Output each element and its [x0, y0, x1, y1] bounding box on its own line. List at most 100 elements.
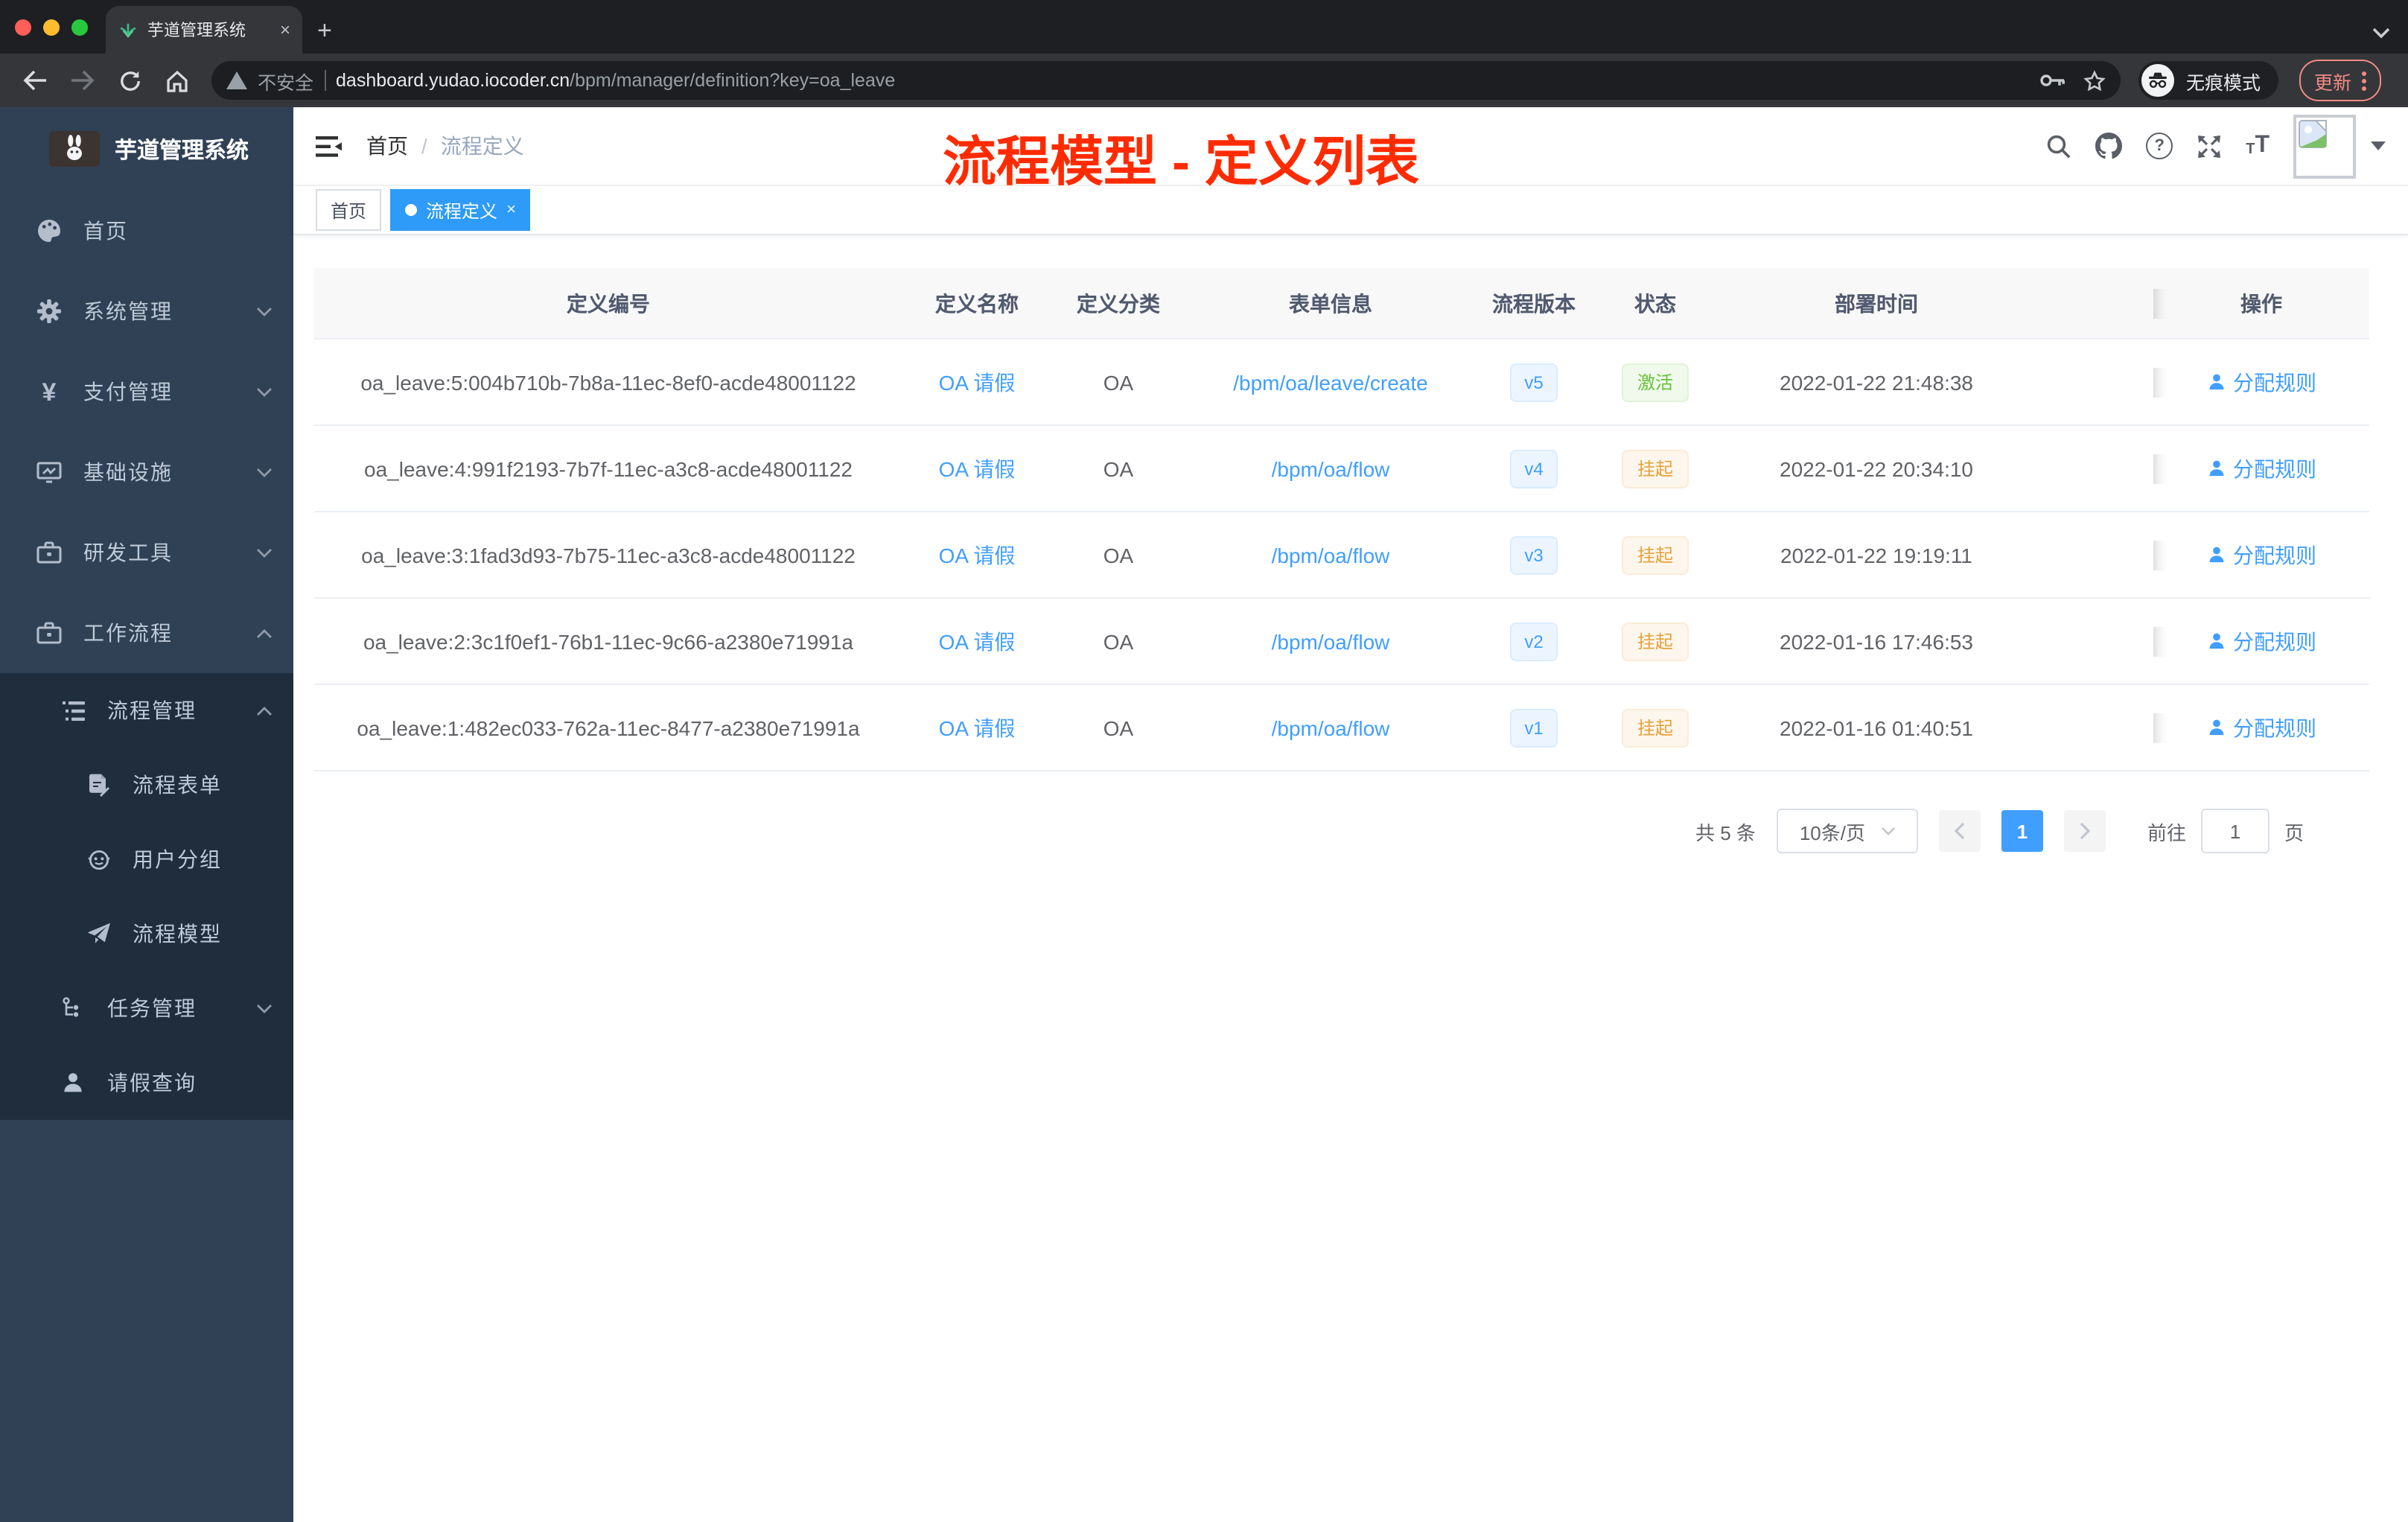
sidebar-fold-icon[interactable]: [316, 135, 343, 157]
chevron-up-icon: [256, 705, 273, 716]
chevron-up-icon: [256, 628, 273, 638]
col-header: 操作: [2153, 288, 2369, 318]
assign-rule-label: 分配规则: [2233, 456, 2316, 480]
sidebar-item-user-group[interactable]: 用户分组: [0, 822, 293, 897]
browser-menu-kebab-icon[interactable]: [2362, 71, 2367, 90]
pagination: 共 5 条 10条/页 1 前往 页: [314, 809, 2369, 853]
tab-close-icon[interactable]: ×: [280, 21, 290, 39]
assign-rule-button[interactable]: 分配规则: [2206, 713, 2316, 742]
browser-tab[interactable]: 芋道管理系统 ×: [106, 6, 302, 54]
browser-tab-strip: 芋道管理系统 × +: [0, 0, 2408, 54]
sidebar-item-process-management[interactable]: 流程管理: [0, 673, 293, 748]
back-button[interactable]: [15, 61, 54, 100]
sidebar-item-devtools[interactable]: 研发工具: [0, 512, 293, 593]
address-bar[interactable]: 不安全 dashboard.yudao.iocoder.cn/bpm/manag…: [211, 61, 2121, 100]
home-button[interactable]: [158, 61, 197, 100]
definition-name-link[interactable]: OA 请假: [939, 456, 1016, 480]
sidebar-item-process-form[interactable]: 流程表单: [0, 748, 293, 822]
definition-category: OA: [1103, 456, 1134, 480]
definition-name-link[interactable]: OA 请假: [939, 543, 1016, 567]
window-zoom-button[interactable]: [71, 19, 88, 35]
forward-button[interactable]: [63, 61, 101, 100]
url-path: /bpm/manager/definition?key=oa_leave: [570, 70, 896, 91]
security-label[interactable]: 不安全: [258, 66, 313, 95]
form-link[interactable]: /bpm/oa/flow: [1272, 716, 1390, 739]
github-icon[interactable]: [2095, 133, 2123, 159]
assign-rule-button[interactable]: 分配规则: [2206, 540, 2316, 570]
dashboard-icon: [36, 217, 63, 244]
col-header: 表单信息: [1289, 291, 1372, 315]
page-number-button[interactable]: 1: [2001, 810, 2043, 852]
site-favicon-icon: [118, 19, 138, 40]
security-warning-icon[interactable]: [226, 71, 247, 89]
breadcrumb: 首页 / 流程定义: [366, 131, 524, 161]
sidebar-item-label: 流程模型: [133, 922, 222, 946]
table-row: oa_leave:1:482ec033-762a-11ec-8477-a2380…: [314, 685, 2369, 771]
version-tag: v5: [1509, 363, 1558, 401]
sidebar-logo-row[interactable]: 芋道管理系统: [0, 107, 293, 191]
window-minimize-button[interactable]: [43, 19, 60, 35]
definition-name-link[interactable]: OA 请假: [939, 629, 1016, 653]
definition-id: oa_leave:5:004b710b-7b8a-11ec-8ef0-acde4…: [360, 370, 856, 394]
password-key-icon[interactable]: [2040, 73, 2065, 88]
status-tag: 挂起: [1622, 622, 1688, 660]
sidebar-item-leave-query[interactable]: 请假查询: [0, 1045, 293, 1120]
assign-rule-button[interactable]: 分配规则: [2206, 626, 2316, 656]
table-row: oa_leave:2:3c1f0ef1-76b1-11ec-9c66-a2380…: [314, 599, 2369, 685]
sidebar-item-infrastructure[interactable]: 基础设施: [0, 432, 293, 512]
page-size-select[interactable]: 10条/页: [1776, 809, 1918, 853]
form-link[interactable]: /bpm/oa/leave/create: [1233, 370, 1428, 394]
chevron-down-icon: [256, 386, 273, 397]
sidebar-item-process-model[interactable]: 流程模型: [0, 897, 293, 971]
tag-label: 流程定义: [426, 200, 498, 221]
deploy-time: 2022-01-22 20:34:10: [1780, 456, 1973, 480]
form-link[interactable]: /bpm/oa/flow: [1272, 629, 1390, 653]
workflow-submenu: 流程管理 流程表单 用户分组 流程模型 任务管理 请假查询: [0, 673, 293, 1120]
search-icon[interactable]: [2046, 133, 2071, 159]
reload-button[interactable]: [110, 61, 149, 100]
breadcrumb-home[interactable]: 首页: [366, 131, 408, 161]
form-link[interactable]: /bpm/oa/flow: [1272, 456, 1390, 480]
assign-rule-button[interactable]: 分配规则: [2206, 453, 2316, 483]
definition-id: oa_leave:1:482ec033-762a-11ec-8477-a2380…: [357, 716, 860, 739]
new-tab-button[interactable]: +: [317, 18, 332, 43]
tag-close-icon[interactable]: ×: [506, 201, 516, 219]
tab-search-chevron-icon[interactable]: [2372, 27, 2390, 39]
sidebar-item-workflow[interactable]: 工作流程: [0, 593, 293, 673]
sidebar-item-system[interactable]: 系统管理: [0, 271, 293, 351]
assign-rule-label: 分配规则: [2233, 716, 2316, 739]
definition-name-link[interactable]: OA 请假: [939, 716, 1016, 739]
fullscreen-icon[interactable]: [2197, 133, 2222, 159]
url-host: dashboard.yudao.iocoder.cn: [336, 70, 570, 91]
font-size-icon[interactable]: TT: [2246, 133, 2270, 158]
sidebar-item-label: 请假查询: [107, 1071, 197, 1095]
avatar-caret-icon[interactable]: [2371, 141, 2386, 150]
definition-id: oa_leave:3:1fad3d93-7b75-11ec-a3c8-acde4…: [361, 543, 856, 567]
page-content: 定义编号 定义名称 定义分类 表单信息 流程版本 状态 部署时间 操作 oa_l…: [293, 235, 2408, 853]
browser-update-button[interactable]: 更新: [2299, 60, 2382, 101]
sidebar-item-label: 研发工具: [83, 541, 173, 564]
definition-name-link[interactable]: OA 请假: [939, 370, 1016, 394]
goto-page-input[interactable]: [2200, 809, 2270, 853]
tags-view-bar: 首页 流程定义 ×: [293, 185, 2408, 235]
bookmark-star-icon[interactable]: [2083, 69, 2106, 92]
tag-home[interactable]: 首页: [316, 189, 382, 231]
assign-rule-button[interactable]: 分配规则: [2206, 367, 2316, 397]
form-link[interactable]: /bpm/oa/flow: [1272, 543, 1390, 567]
page-unit-label: 页: [2284, 821, 2304, 844]
user-avatar[interactable]: [2293, 114, 2356, 178]
tag-process-definition[interactable]: 流程定义 ×: [390, 189, 531, 231]
sidebar-item-home[interactable]: 首页: [0, 191, 293, 271]
table-row: oa_leave:3:1fad3d93-7b75-11ec-a3c8-acde4…: [314, 512, 2369, 599]
url-text[interactable]: dashboard.yudao.iocoder.cn/bpm/manager/d…: [336, 70, 2030, 91]
assign-rule-label: 分配规则: [2233, 370, 2316, 394]
window-close-button[interactable]: [15, 19, 31, 35]
sidebar-item-task-management[interactable]: 任务管理: [0, 971, 293, 1045]
col-header: 定义名称: [935, 291, 1019, 315]
help-icon[interactable]: ?: [2146, 133, 2173, 159]
col-header: 部署时间: [1835, 291, 1918, 315]
next-page-button[interactable]: [2063, 810, 2106, 852]
prev-page-button[interactable]: [1938, 810, 1981, 852]
sidebar-item-payment[interactable]: ¥ 支付管理: [0, 351, 293, 432]
monitor-icon: [36, 459, 63, 485]
